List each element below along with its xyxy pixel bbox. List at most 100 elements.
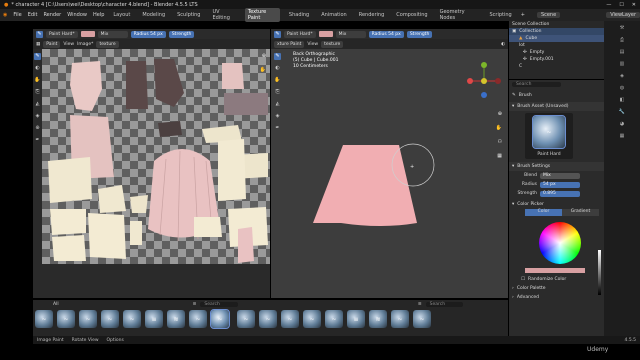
tab-compositing[interactable]: Compositing [393,11,430,19]
viewport-pan-icon[interactable]: ✋ [496,125,502,131]
asset-shelf-display-icon-2[interactable]: ≡ [418,302,422,307]
brush-thumbnail[interactable]: ~ [281,310,299,328]
brush-thumbnail[interactable]: ~ [101,310,119,328]
brush-mode-dropdown[interactable]: Paint Hard* [46,30,78,38]
tool-props-icon[interactable]: ⚒ [620,25,624,31]
view-layer-selector[interactable]: ViewLayer [606,12,640,18]
asset-shelf-display-icon[interactable]: ≡ [193,302,197,307]
annotate-tool-icon[interactable]: ✒ [34,137,41,144]
color-wheel[interactable] [539,222,581,264]
brush-thumbnail[interactable]: ~ [391,310,409,328]
menu-window[interactable]: Window [67,12,87,18]
tab-modeling[interactable]: Modeling [139,11,168,19]
draw-tool-icon[interactable]: ✎ [34,53,41,60]
brush-asset-panel[interactable]: ▾ Brush Asset (Unsaved) [509,102,604,111]
view-layer-props-icon[interactable]: ▥ [620,61,625,67]
tab-animation[interactable]: Animation [318,11,350,19]
maximize-icon[interactable]: ☐ [619,2,623,8]
viewport-color-swatch[interactable] [318,31,333,37]
brush-settings-panel[interactable]: ▾ Brush Settings [509,162,604,171]
menu-edit[interactable]: Edit [28,12,38,18]
scene-props-icon[interactable]: ◈ [620,73,624,79]
mask-tool-icon[interactable]: ◈ [34,113,41,120]
material-props-icon[interactable]: ◕ [620,121,624,127]
viewport-texture-slot[interactable]: texture [321,40,344,48]
tab-scripting[interactable]: Scripting [487,11,515,19]
properties-radius-field[interactable]: 54 px [540,181,580,188]
blender-menu-icon[interactable]: ◉ [3,12,7,18]
clone-tool-icon[interactable]: ⎘ [34,89,41,96]
brush-tool-icon[interactable]: ✎ [36,30,43,38]
image-editor-mode[interactable]: Paint [43,40,61,48]
brush-thumbnail[interactable]: ≡ [145,310,163,328]
viewport-mode-dropdown[interactable]: xture Paint [274,40,305,48]
viewport-canvas[interactable]: Back Orthographic (5) Cube | Cube.001 10… [271,49,508,298]
brush-thumbnail[interactable]: ≡ [347,310,365,328]
advanced-panel[interactable]: › Advanced [509,293,604,302]
viewport-ortho-icon[interactable]: ▦ [497,153,502,159]
viewport-blend-dropdown[interactable]: Mix [335,30,366,38]
color-palette-panel[interactable]: › Color Palette [509,284,604,293]
tab-geometry-nodes[interactable]: Geometry Nodes [437,8,481,22]
modifier-props-icon[interactable]: 🔧 [619,109,625,115]
brush-thumbnail[interactable]: ~ [210,309,230,329]
brush-thumbnail[interactable]: ~ [237,310,255,328]
brush-thumbnail[interactable]: ~ [57,310,75,328]
viewport-zoom-icon[interactable]: ⊕ [498,111,502,117]
color-picker-panel[interactable]: ▾ Color Picker [509,200,604,209]
sample-tool-icon[interactable]: ⊕ [34,125,41,132]
viewport-strength-field[interactable]: Strength [406,30,433,38]
image-datablock[interactable]: texture [96,40,119,48]
brush-preview[interactable]: ~ Paint Hard [525,113,573,159]
hand-pan-icon[interactable]: ✋ [260,67,266,73]
blend-field[interactable]: Mix [540,172,580,179]
soften-tool-icon[interactable]: ◐ [34,65,41,72]
outliner-item-lot[interactable]: lot [509,42,604,49]
asset-shelf-search[interactable]: Search [200,301,238,307]
value-slider[interactable] [598,250,601,295]
zoom-icon[interactable]: ⊕ [262,53,266,59]
viewport-radius-field[interactable]: Radius 54 px [368,30,404,38]
outliner-item-empty[interactable]: ✣ Empty [509,49,604,56]
brush-thumbnail[interactable]: ~ [303,310,321,328]
tab-texture-paint[interactable]: Texture Paint [244,8,280,22]
properties-strength-field[interactable]: 0.895 [540,190,580,197]
outliner-item-empty-001[interactable]: ✣ Empty.001 [509,56,604,63]
outliner-item-c[interactable]: C [509,63,604,70]
viewport-view-menu[interactable]: View [307,42,318,47]
blend-dropdown[interactable]: Mix [97,30,128,38]
smear-tool-icon[interactable]: ✋ [34,77,41,84]
outliner-collection[interactable]: ▣ Collection [509,28,604,35]
viewport-camera-icon[interactable]: ⚇ [498,139,502,145]
randomize-color-toggle[interactable]: ☐ Randomize Color [509,275,604,284]
brush-thumbnail[interactable]: ~ [123,310,141,328]
brush-thumbnail[interactable]: ~ [325,310,343,328]
asset-shelf-search-2[interactable]: Search [425,301,464,307]
strength-field[interactable]: Strength [168,30,195,38]
menu-help[interactable]: Help [93,12,104,18]
tab-rendering[interactable]: Rendering [356,11,388,19]
current-color-bar[interactable] [525,268,585,273]
brush-thumbnail[interactable]: ~ [413,310,431,328]
asset-shelf-all-tab[interactable]: All [53,302,59,307]
world-props-icon[interactable]: ◍ [620,85,624,91]
image-view-menu[interactable]: View [63,42,74,47]
uv-texture-canvas[interactable]: ⊕ ✋ [42,49,270,264]
minimize-icon[interactable]: — [606,2,611,8]
properties-search[interactable]: Search [509,80,604,88]
viewport-shading-icon[interactable]: ◐ [501,42,505,47]
viewport-brush-mode[interactable]: Paint Hard* [284,30,316,38]
object-props-icon[interactable]: ◧ [620,97,625,103]
brush-thumbnail[interactable]: ~ [79,310,97,328]
brush-thumbnail[interactable]: ~ [35,310,53,328]
brush-color-swatch[interactable] [80,31,95,37]
output-props-icon[interactable]: ▤ [620,49,625,55]
color-tab[interactable]: Color [525,209,562,216]
brush-thumbnail[interactable]: ~ [189,310,207,328]
brush-thumbnail[interactable]: ≋ [167,310,185,328]
brush-thumbnail[interactable]: ≋ [369,310,387,328]
tab-shading[interactable]: Shading [286,11,312,19]
brush-thumbnail[interactable]: ~ [259,310,277,328]
scene-selector[interactable]: Scene [536,12,561,18]
fill-tool-icon[interactable]: ◭ [34,101,41,108]
